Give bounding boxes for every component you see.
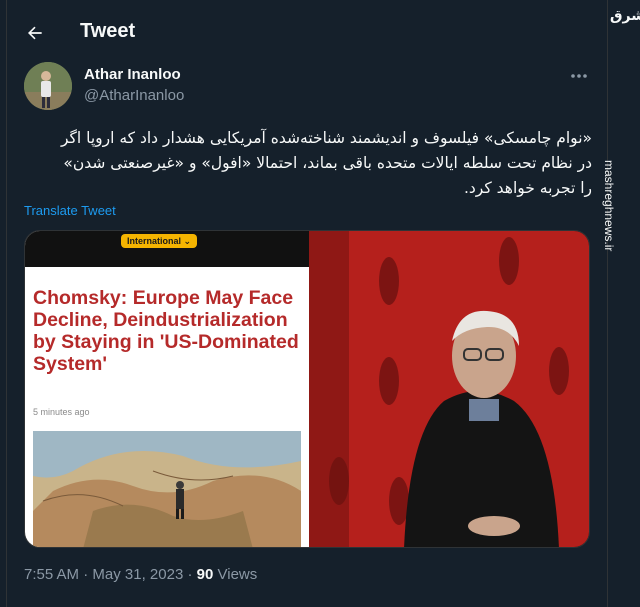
back-button[interactable] [20,18,50,48]
watermark-strip: مشرق mashreghnews.ir [602,0,640,607]
tweet-text-line: «نوام چامسکی» فیلسوف و اندیشمند شناخته‌ش… [60,129,592,147]
category-badge: International ⌄ [121,234,198,248]
tweet-image[interactable]: International ⌄ Chomsky: Europe May Face… [24,230,590,548]
article-screenshot: International ⌄ Chomsky: Europe May Face… [25,231,309,547]
article-time-ago: 5 minutes ago [33,407,90,417]
tweet-time[interactable]: 7:55 AM [24,566,79,583]
mashregh-logo: مشرق [610,8,640,24]
tweet-date[interactable]: May 31, 2023 [92,566,183,583]
avatar[interactable] [24,62,72,110]
article-headline: Chomsky: Europe May Face Decline, Deindu… [33,287,299,375]
watermark-site: mashreghnews.ir [602,160,616,252]
tweet-metadata: 7:55 AM · May 31, 2023 · 90 Views [24,566,258,583]
more-options-button[interactable] [566,66,592,86]
chomsky-portrait-photo [309,231,589,547]
tweet-text: «نوام چامسکی» فیلسوف و اندیشمند شناخته‌ش… [24,126,592,201]
views-label: Views [217,566,258,583]
tweet-text-line: در نظام تحت سلطه ایالات متحده باقی بماند… [63,154,592,172]
views-count: 90 [196,566,214,583]
chevron-down-icon: ⌄ [183,236,192,246]
author-name[interactable]: Athar Inanloo [84,66,181,83]
page-header: Tweet [6,0,608,66]
translate-tweet-link[interactable]: Translate Tweet [24,203,116,218]
tweet-text-line: را تجربه خواهد کرد. [463,179,592,197]
more-icon [571,74,587,78]
author-handle[interactable]: @AtharInanloo [84,87,184,104]
arrow-left-icon [28,26,42,40]
page-title: Tweet [80,20,136,42]
map-figurine-photo [33,431,301,547]
